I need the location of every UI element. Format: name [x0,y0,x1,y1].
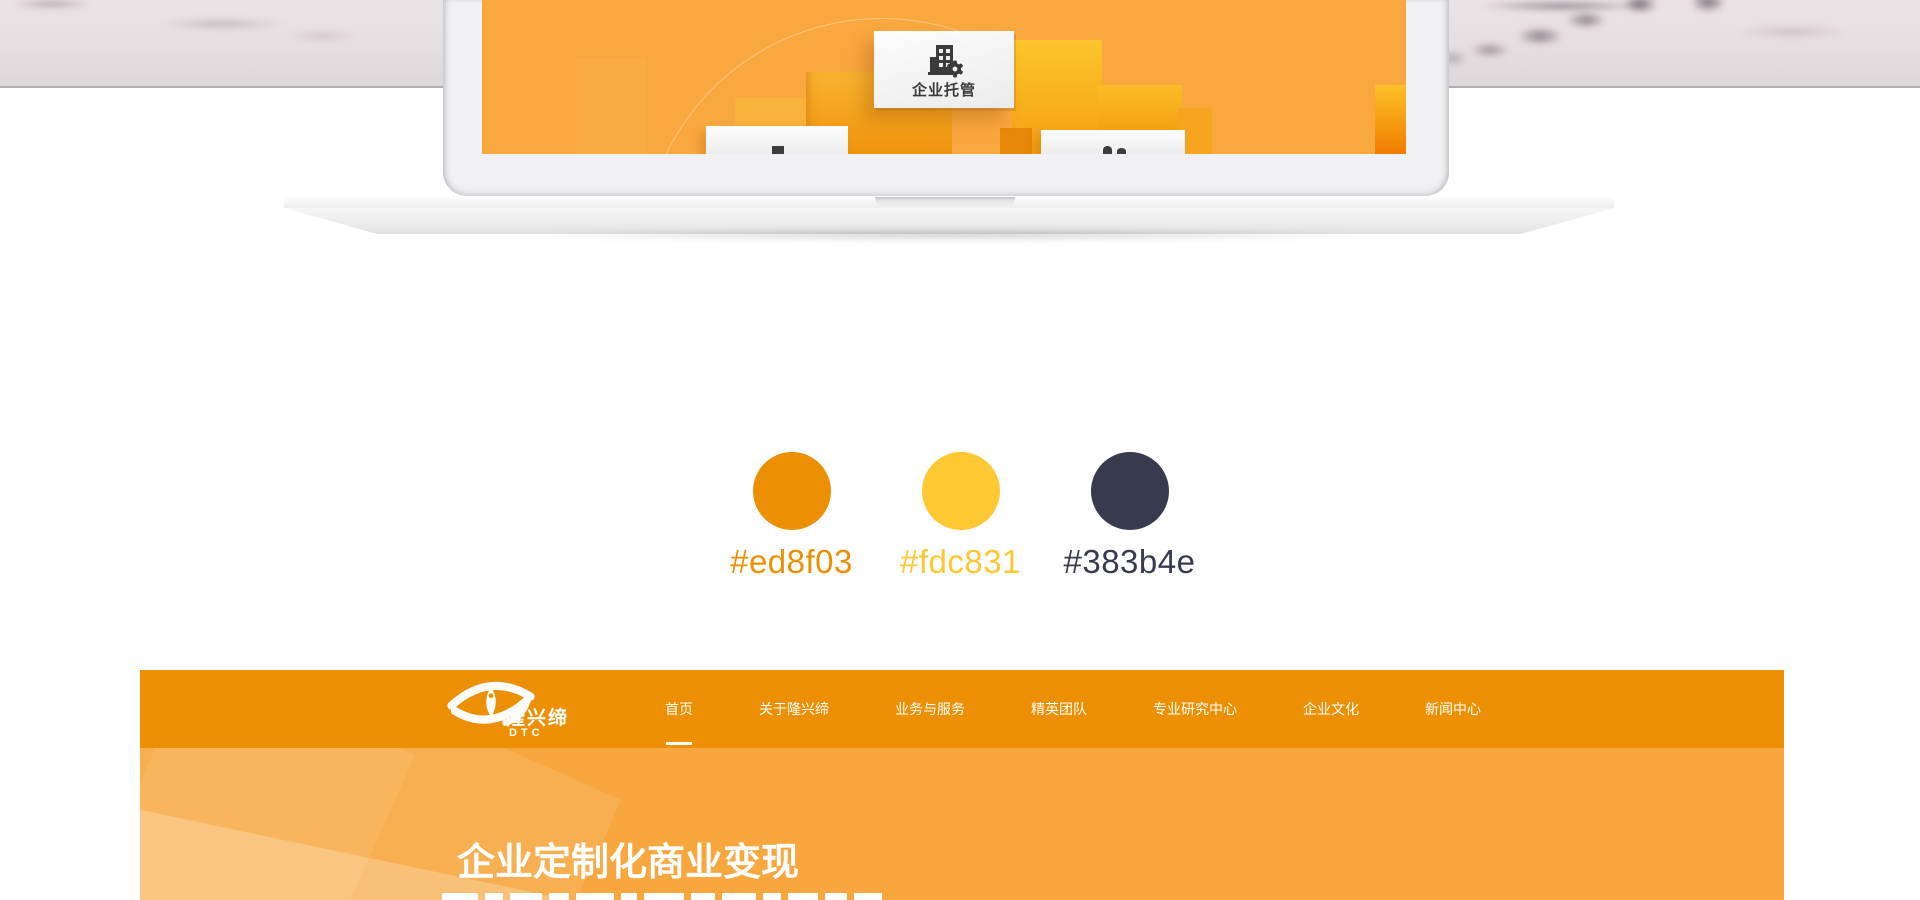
partial-icon-tip [772,146,784,154]
screen-card-partial-left [706,126,848,154]
nav-item-research[interactable]: 专业研究中心 [1153,670,1237,748]
active-nav-underline [666,742,692,745]
hero-title: 企业定制化商业变现 [457,843,799,885]
swatch-hex-label: #fdc831 [900,543,1021,581]
nav-item-services[interactable]: 业务与服务 [895,670,965,748]
swatch-hex-label: #ed8f03 [730,543,853,581]
nav-item-culture[interactable]: 企业文化 [1303,670,1359,748]
screen-block [1375,85,1406,154]
website-preview: 隆兴缔 DTC 首页 关于隆兴缔 业务与服务 精英团队 专业研究中心 企业文化 … [140,670,1784,900]
laptop-base [284,196,1614,242]
hero-title-line2-clipped [442,893,882,900]
screen-card-label: 企业托管 [912,79,976,100]
building-gear-icon [924,41,964,81]
swatch-circle-navy [1091,452,1169,530]
swatch-dark: #383b4e [1045,452,1214,581]
partial-icon-tip [1103,146,1112,154]
logo-name: 隆兴缔 [506,709,569,728]
swatch-circle-yellow [922,452,1000,530]
swatch-primary: #ed8f03 [707,452,876,581]
screen-card-enterprise-hosting: 企业托管 [874,31,1014,108]
nav-item-home[interactable]: 首页 [665,670,693,748]
nav-item-about[interactable]: 关于隆兴缔 [759,670,829,748]
swatch-secondary: #fdc831 [876,452,1045,581]
main-navigation: 首页 关于隆兴缔 业务与服务 精英团队 专业研究中心 企业文化 新闻中心 [665,670,1481,748]
logo-abbr: DTC [509,728,544,739]
screen-block [1000,128,1032,154]
color-palette: #ed8f03 #fdc831 #383b4e [707,452,1214,581]
screen-card-partial-right [1041,130,1185,154]
site-navbar: 隆兴缔 DTC 首页 关于隆兴缔 业务与服务 精英团队 专业研究中心 企业文化 … [140,670,1784,748]
laptop-screen: 企业托管 [482,0,1406,154]
design-showcase-page: 企业托管 #ed8f03 #fdc831 #383b4e [0,0,1920,900]
nav-item-news[interactable]: 新闻中心 [1425,670,1481,748]
swatch-hex-label: #383b4e [1064,543,1196,581]
partial-icon-tip [1117,148,1126,154]
laptop-shadow [354,230,1544,242]
site-logo[interactable]: 隆兴缔 DTC [446,678,596,744]
hero-banner: 企业定制化商业变现 [140,748,1784,900]
screen-block [576,58,646,154]
laptop-thumb-notch [875,197,1015,209]
swatch-circle-orange [753,452,831,530]
nav-item-team[interactable]: 精英团队 [1031,670,1087,748]
